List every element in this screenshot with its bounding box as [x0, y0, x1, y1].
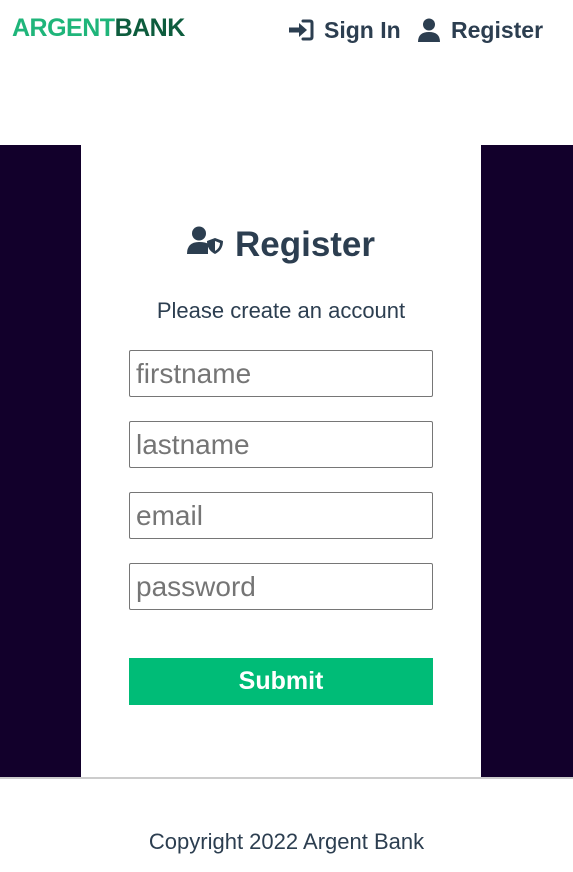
user-shield-icon — [186, 226, 223, 256]
lastname-input[interactable] — [129, 421, 433, 468]
logo-part-argent: ARGENT — [12, 14, 115, 42]
footer: Copyright 2022 Argent Bank — [0, 777, 573, 872]
sign-in-label: Sign In — [324, 16, 401, 43]
page-title: Register — [81, 225, 481, 265]
logo-part-bank: BANK — [114, 14, 186, 42]
password-input[interactable] — [129, 563, 433, 610]
submit-button[interactable]: Submit — [129, 658, 433, 705]
sign-in-icon — [288, 19, 314, 41]
register-card: Register Please create an account Submit — [81, 145, 481, 777]
register-link[interactable]: Register — [417, 15, 543, 45]
firstname-input[interactable] — [129, 350, 433, 397]
email-input[interactable] — [129, 492, 433, 539]
main-content: Register Please create an account Submit — [0, 145, 573, 777]
top-navigation: ARGENTBANK Sign In Register — [0, 0, 573, 60]
argent-bank-logo[interactable]: ARGENTBANK — [12, 14, 185, 42]
user-icon — [417, 18, 441, 42]
sign-in-link[interactable]: Sign In — [288, 15, 401, 45]
copyright-text: Copyright 2022 Argent Bank — [148, 829, 425, 854]
register-label: Register — [451, 16, 544, 43]
form-subtitle: Please create an account — [156, 298, 406, 323]
page-title-text: Register — [234, 225, 376, 264]
